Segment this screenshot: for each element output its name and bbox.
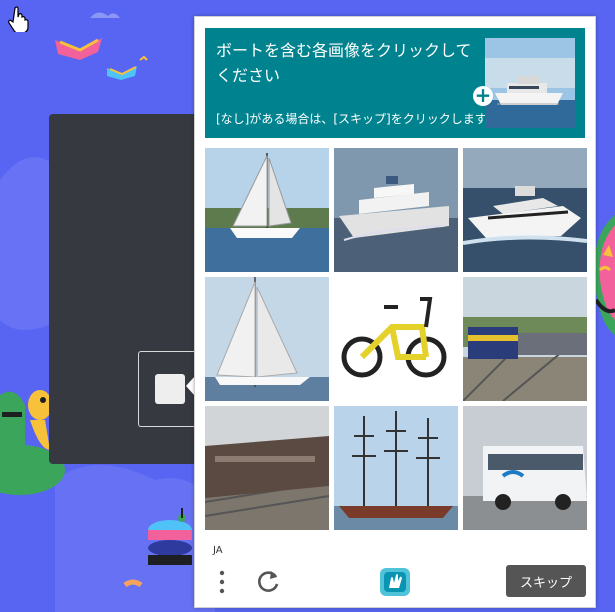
challenge-sub-instruction: [なし]がある場合は、[スキップ]をクリックします [216,112,487,126]
image-tile-coach-bus[interactable] [463,406,587,530]
image-tile-sailboat[interactable] [205,148,329,272]
image-tile-sailboat-sails[interactable] [205,277,329,401]
image-tile-train[interactable] [463,277,587,401]
image-tile-tall-ship[interactable] [334,406,458,530]
sample-image [485,38,575,128]
challenge-header: ボートを含む各画像をクリックしてください [なし]がある場合は、[スキップ]をク… [205,28,585,138]
menu-dots-icon[interactable] [216,569,228,595]
skip-button[interactable]: スキップ [506,565,586,597]
language-selector[interactable]: JA [213,543,223,558]
image-tile-yellow-bicycle[interactable] [334,277,458,401]
captcha-challenge: ボートを含む各画像をクリックしてください [なし]がある場合は、[スキップ]をク… [194,16,596,608]
image-tile-train[interactable] [205,406,329,530]
image-grid [205,148,587,530]
hand-cursor-icon [8,6,29,32]
challenge-prompt: ボートを含む各画像をクリックしてください [216,41,472,85]
image-tile-motor-yacht[interactable] [463,148,587,272]
refresh-icon[interactable] [254,567,282,595]
add-sample-icon: + [473,83,493,107]
square-icon [155,374,185,404]
hcaptcha-logo-icon [380,568,410,596]
image-tile-cruise-ship[interactable] [334,148,458,272]
